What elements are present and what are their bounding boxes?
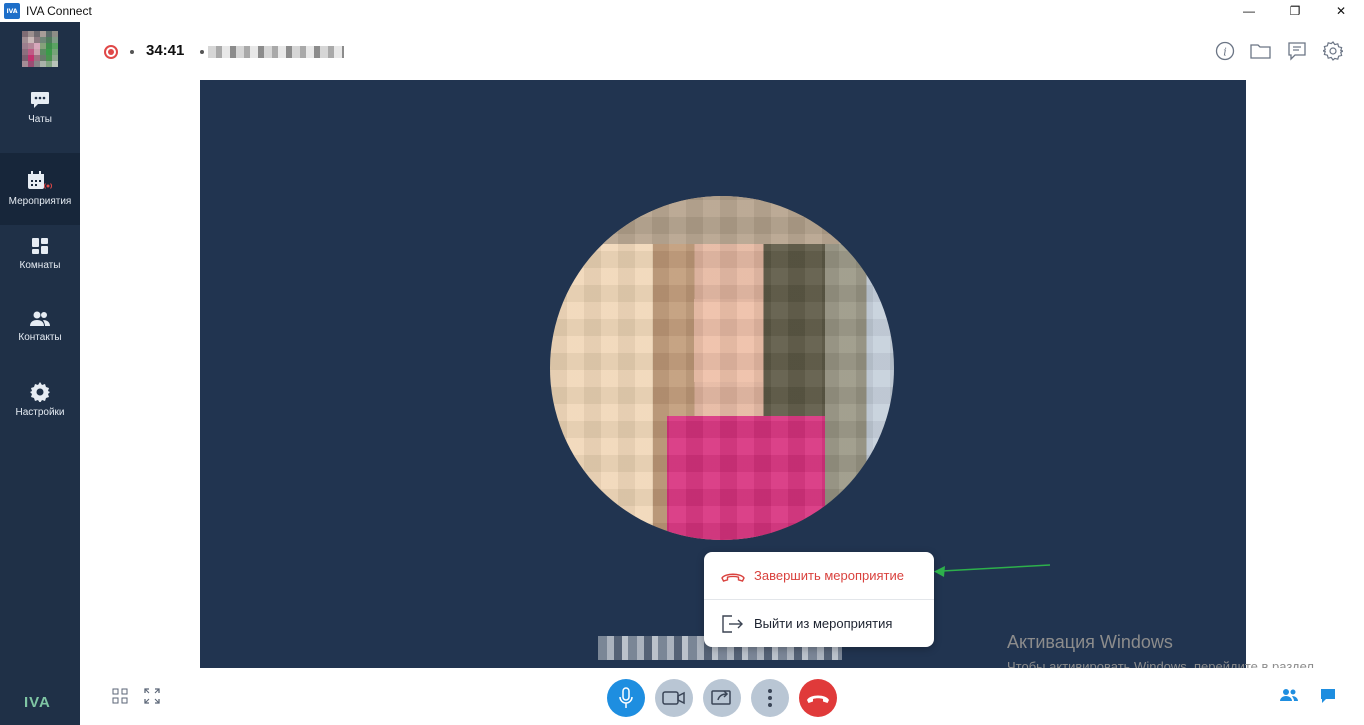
chat-icon — [31, 92, 49, 108]
sidebar-item-label: Чаты — [28, 114, 52, 125]
hangup-button[interactable] — [799, 679, 837, 717]
gear-icon — [30, 382, 50, 402]
close-window-button[interactable]: ✕ — [1318, 0, 1364, 22]
brand-logo: IVA — [24, 694, 51, 711]
sidebar-item-label: Комнаты — [19, 260, 61, 271]
call-buttons — [607, 679, 837, 717]
settings-icon[interactable] — [1322, 40, 1344, 62]
share-screen-icon — [711, 690, 731, 705]
hangup-icon — [807, 695, 829, 703]
sidebar-item-label: Мероприятия — [8, 196, 72, 207]
sidebar-item-rooms[interactable]: Комнаты — [0, 218, 80, 290]
sidebar-item-chats[interactable]: Чаты — [0, 72, 80, 144]
microphone-icon — [619, 687, 633, 708]
leave-event-menu-item[interactable]: Выйти из мероприятия — [704, 600, 934, 647]
sidebar-item-settings[interactable]: Настройки — [0, 364, 80, 436]
side-panels-tools — [1280, 688, 1336, 704]
event-exit-menu: Завершить мероприятие Выйти из мероприят… — [704, 552, 934, 647]
leave-event-label: Выйти из мероприятия — [754, 616, 893, 631]
sidebar-item-label: Контакты — [18, 332, 62, 343]
end-event-label: Завершить мероприятие — [754, 568, 904, 583]
info-icon[interactable]: i — [1214, 40, 1236, 62]
camera-icon — [662, 691, 685, 705]
recording-icon — [104, 45, 118, 59]
window-title: IVA Connect — [26, 4, 92, 18]
participants-icon[interactable] — [1280, 688, 1298, 702]
end-event-menu-item[interactable]: Завершить мероприятие — [704, 552, 934, 599]
restore-button[interactable]: ❐ — [1272, 0, 1318, 22]
sidebar-item-events[interactable]: Мероприятия — [0, 153, 80, 225]
camera-button[interactable] — [655, 679, 693, 717]
chat-icon[interactable] — [1320, 688, 1336, 704]
share-screen-button[interactable] — [703, 679, 741, 717]
pointer-arrow — [934, 564, 1051, 577]
call-timer: 34:41 — [146, 42, 185, 59]
call-header: 34:41 i — [80, 22, 1364, 80]
header-tools: i — [1214, 40, 1344, 62]
contacts-icon — [30, 311, 50, 326]
layout-tools — [112, 688, 160, 704]
exit-icon — [722, 614, 743, 633]
separator-dot — [200, 50, 204, 54]
sidebar-item-contacts[interactable]: Контакты — [0, 291, 80, 363]
participant-avatar — [550, 196, 894, 540]
microphone-button[interactable] — [607, 679, 645, 717]
fullscreen-icon[interactable] — [144, 688, 160, 704]
call-controls-bar — [80, 668, 1364, 725]
activation-title: Активация Windows — [1007, 632, 1173, 652]
svg-text:i: i — [1223, 46, 1227, 59]
window-titlebar: IVA IVA Connect — ❐ ✕ — [0, 0, 1364, 22]
sidebar-item-label: Настройки — [15, 407, 65, 418]
rooms-icon — [32, 238, 48, 254]
window-controls: — ❐ ✕ — [1226, 0, 1364, 22]
sidebar: Чаты Мероприятия Комнаты Контакты Настро… — [0, 22, 80, 725]
event-name-blurred — [208, 46, 344, 58]
app-logo-icon: IVA — [4, 3, 20, 19]
chat-note-icon[interactable] — [1286, 40, 1308, 62]
hangup-icon — [721, 573, 745, 582]
separator-dot — [130, 50, 134, 54]
more-icon — [768, 689, 772, 707]
folder-icon[interactable] — [1250, 40, 1272, 62]
grid-layout-icon[interactable] — [112, 688, 128, 704]
minimize-button[interactable]: — — [1226, 0, 1272, 22]
calendar-live-icon — [28, 171, 53, 189]
user-avatar[interactable] — [22, 31, 58, 67]
more-options-button[interactable] — [751, 679, 789, 717]
